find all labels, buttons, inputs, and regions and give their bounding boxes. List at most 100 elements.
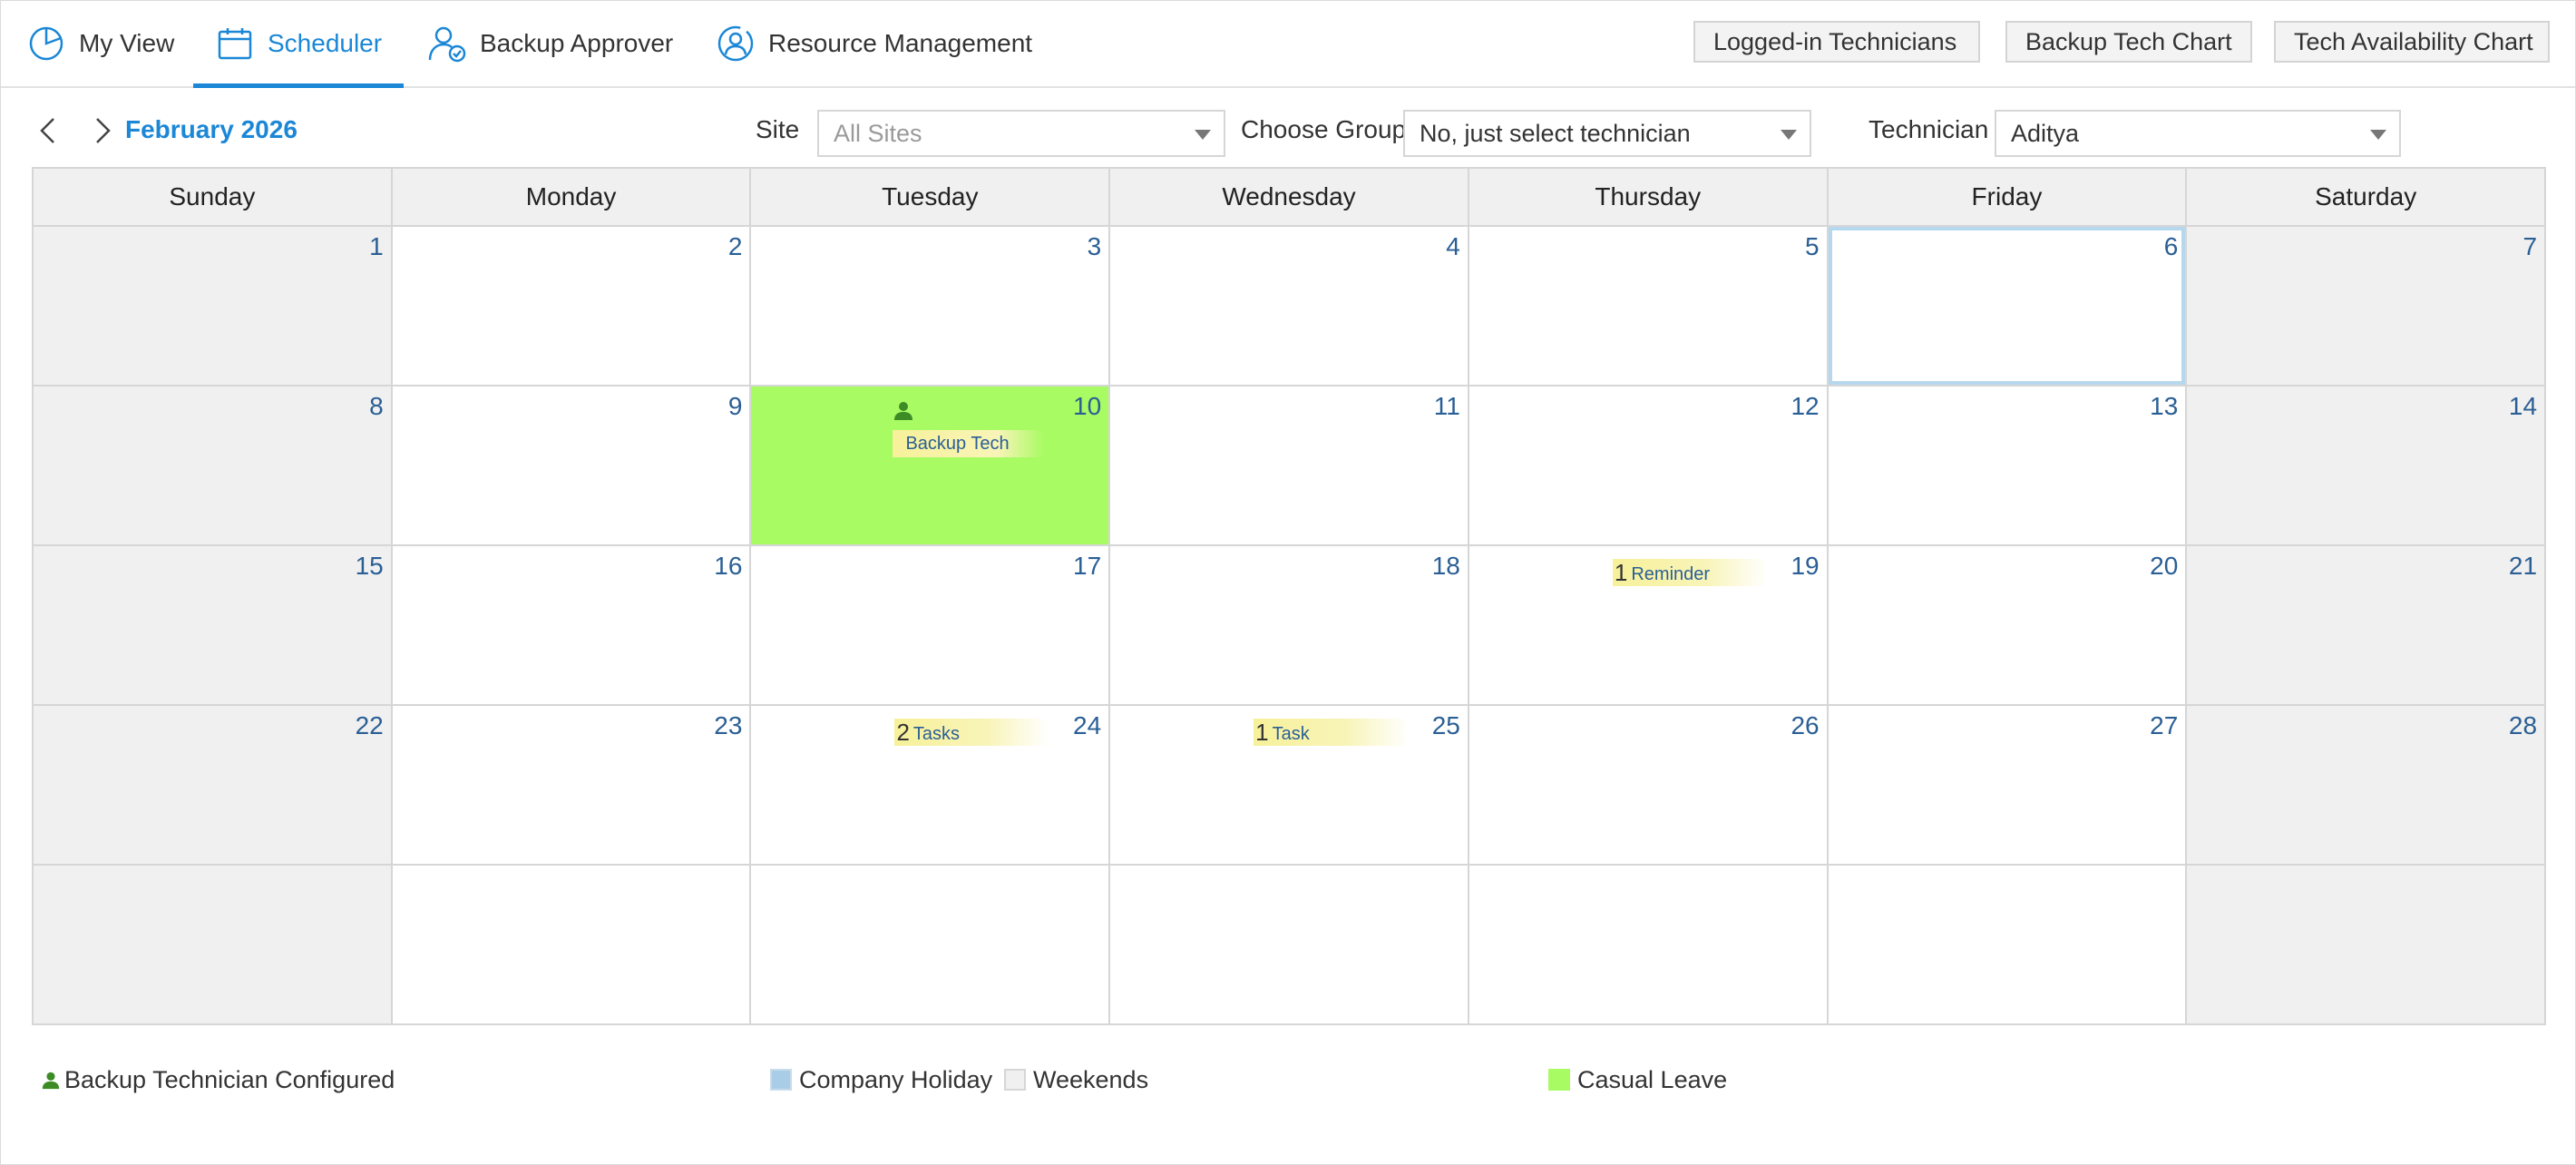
legend-weekends: Weekends bbox=[1004, 1064, 1148, 1095]
day-cell-empty[interactable] bbox=[2187, 866, 2547, 1025]
company-holiday-swatch bbox=[770, 1069, 792, 1091]
reminder-event[interactable]: 1 Reminder bbox=[1612, 558, 1767, 586]
day-cell[interactable]: 23 bbox=[392, 706, 752, 866]
next-month-arrow-icon[interactable] bbox=[86, 114, 119, 147]
day-cell-empty[interactable] bbox=[1828, 866, 2188, 1025]
user-circle-icon bbox=[717, 25, 754, 62]
pie-chart-icon bbox=[29, 26, 63, 61]
legend-backup-technician: Backup Technician Configured bbox=[41, 1064, 395, 1095]
technician-select-value: Aditya bbox=[2011, 119, 2080, 147]
day-cell[interactable]: 21 bbox=[2187, 546, 2547, 706]
day-number: 6 bbox=[2163, 232, 2179, 260]
event-count: 1 bbox=[1614, 558, 1628, 586]
current-month-label: February 2026 bbox=[125, 115, 298, 143]
day-number: 28 bbox=[2508, 711, 2538, 739]
day-cell[interactable]: 7 bbox=[2187, 227, 2547, 387]
day-number: 2 bbox=[727, 232, 743, 260]
day-number: 24 bbox=[1073, 711, 1102, 739]
event-count: 2 bbox=[896, 718, 910, 746]
day-number: 23 bbox=[714, 711, 743, 739]
day-cell[interactable]: 28 bbox=[2187, 706, 2547, 866]
backup-tech-tag[interactable]: Backup Tech bbox=[893, 430, 1044, 457]
tab-scheduler[interactable]: Scheduler bbox=[193, 1, 405, 88]
choose-group-select-value: No, just select technician bbox=[1420, 119, 1691, 147]
day-cell-empty[interactable] bbox=[1110, 866, 1469, 1025]
tab-label: Scheduler bbox=[268, 29, 383, 57]
tab-my-view[interactable]: My View bbox=[26, 1, 174, 86]
day-number: 14 bbox=[2508, 392, 2538, 420]
day-cell-empty[interactable] bbox=[392, 866, 752, 1025]
tab-backup-approver[interactable]: Backup Approver bbox=[427, 1, 673, 86]
day-number: 17 bbox=[1073, 552, 1102, 580]
day-cell[interactable]: 20 bbox=[1828, 546, 2188, 706]
event-count: 1 bbox=[1255, 718, 1269, 746]
day-cell-today[interactable]: 6 bbox=[1828, 227, 2188, 387]
day-cell[interactable]: 2 bbox=[392, 227, 752, 387]
day-cell[interactable]: 9 bbox=[392, 387, 752, 546]
day-cell-empty[interactable] bbox=[1469, 866, 1829, 1025]
dropdown-caret-icon bbox=[1781, 130, 1797, 140]
day-cell[interactable]: 17 bbox=[751, 546, 1111, 706]
day-number: 25 bbox=[1431, 711, 1460, 739]
day-number: 7 bbox=[2522, 232, 2538, 260]
day-cell-casual-leave[interactable]: 10 Backup Tech bbox=[751, 387, 1111, 546]
tech-availability-chart-button[interactable]: Tech Availability Chart bbox=[2274, 21, 2550, 63]
day-cell[interactable]: 22 bbox=[34, 706, 393, 866]
day-cell[interactable]: 3 bbox=[751, 227, 1111, 387]
calendar-week: 1 2 3 4 5 6 7 bbox=[34, 227, 2547, 387]
legend-label: Casual Leave bbox=[1577, 1065, 1728, 1093]
choose-group-select[interactable]: No, just select technician bbox=[1403, 110, 1811, 157]
day-cell[interactable]: 13 bbox=[1828, 387, 2188, 546]
day-number: 13 bbox=[2150, 392, 2179, 420]
casual-leave-swatch bbox=[1548, 1069, 1570, 1091]
day-number: 22 bbox=[355, 711, 384, 739]
day-number: 27 bbox=[2150, 711, 2179, 739]
day-number: 21 bbox=[2508, 552, 2538, 580]
weekend-swatch bbox=[1004, 1069, 1026, 1091]
dow-saturday: Saturday bbox=[2187, 169, 2547, 227]
dow-sunday: Sunday bbox=[34, 169, 393, 227]
dropdown-caret-icon bbox=[1195, 130, 1211, 140]
day-number: 5 bbox=[1805, 232, 1820, 260]
day-cell[interactable]: 16 bbox=[392, 546, 752, 706]
day-cell[interactable]: 8 bbox=[34, 387, 393, 546]
dow-monday: Monday bbox=[392, 169, 752, 227]
calendar-icon bbox=[218, 28, 252, 60]
day-cell[interactable]: 27 bbox=[1828, 706, 2188, 866]
day-cell-empty[interactable] bbox=[751, 866, 1111, 1025]
day-cell[interactable]: 4 bbox=[1110, 227, 1469, 387]
day-cell[interactable]: 25 1 Task bbox=[1110, 706, 1469, 866]
backup-tech-chart-button[interactable]: Backup Tech Chart bbox=[2005, 21, 2252, 63]
site-select[interactable]: All Sites bbox=[817, 110, 1225, 157]
logged-in-technicians-button[interactable]: Logged-in Technicians bbox=[1693, 21, 1980, 63]
previous-month-arrow-icon[interactable] bbox=[32, 114, 64, 147]
day-cell[interactable]: 18 bbox=[1110, 546, 1469, 706]
day-number: 3 bbox=[1087, 232, 1102, 260]
day-cell[interactable]: 5 bbox=[1469, 227, 1829, 387]
legend-casual-leave: Casual Leave bbox=[1548, 1064, 1727, 1095]
tab-resource-management[interactable]: Resource Management bbox=[716, 1, 1032, 86]
tab-label: Backup Approver bbox=[480, 29, 674, 57]
technician-select[interactable]: Aditya bbox=[1995, 110, 2401, 157]
task-event[interactable]: 1 Task bbox=[1254, 718, 1409, 746]
calendar-week bbox=[34, 866, 2547, 1025]
legend-label: Backup Technician Configured bbox=[64, 1065, 395, 1093]
day-cell[interactable]: 15 bbox=[34, 546, 393, 706]
day-cell[interactable]: 19 1 Reminder bbox=[1469, 546, 1829, 706]
dow-tuesday: Tuesday bbox=[751, 169, 1111, 227]
dow-friday: Friday bbox=[1828, 169, 2188, 227]
day-number: 19 bbox=[1791, 552, 1820, 580]
calendar-week: 15 16 17 18 19 1 Reminder 20 21 bbox=[34, 546, 2547, 706]
day-number: 1 bbox=[369, 232, 384, 260]
scheduler-app: My View Scheduler Backup Approver Resour… bbox=[0, 0, 2576, 1165]
day-cell[interactable]: 24 2 Tasks bbox=[751, 706, 1111, 866]
day-cell[interactable]: 11 bbox=[1110, 387, 1469, 546]
day-cell[interactable]: 12 bbox=[1469, 387, 1829, 546]
day-cell[interactable]: 1 bbox=[34, 227, 393, 387]
technician-label: Technician bbox=[1869, 115, 1989, 143]
user-check-icon bbox=[428, 26, 466, 63]
day-cell[interactable]: 14 bbox=[2187, 387, 2547, 546]
tasks-event[interactable]: 2 Tasks bbox=[894, 719, 1049, 746]
day-cell[interactable]: 26 bbox=[1469, 706, 1829, 866]
day-cell-empty[interactable] bbox=[34, 866, 393, 1025]
